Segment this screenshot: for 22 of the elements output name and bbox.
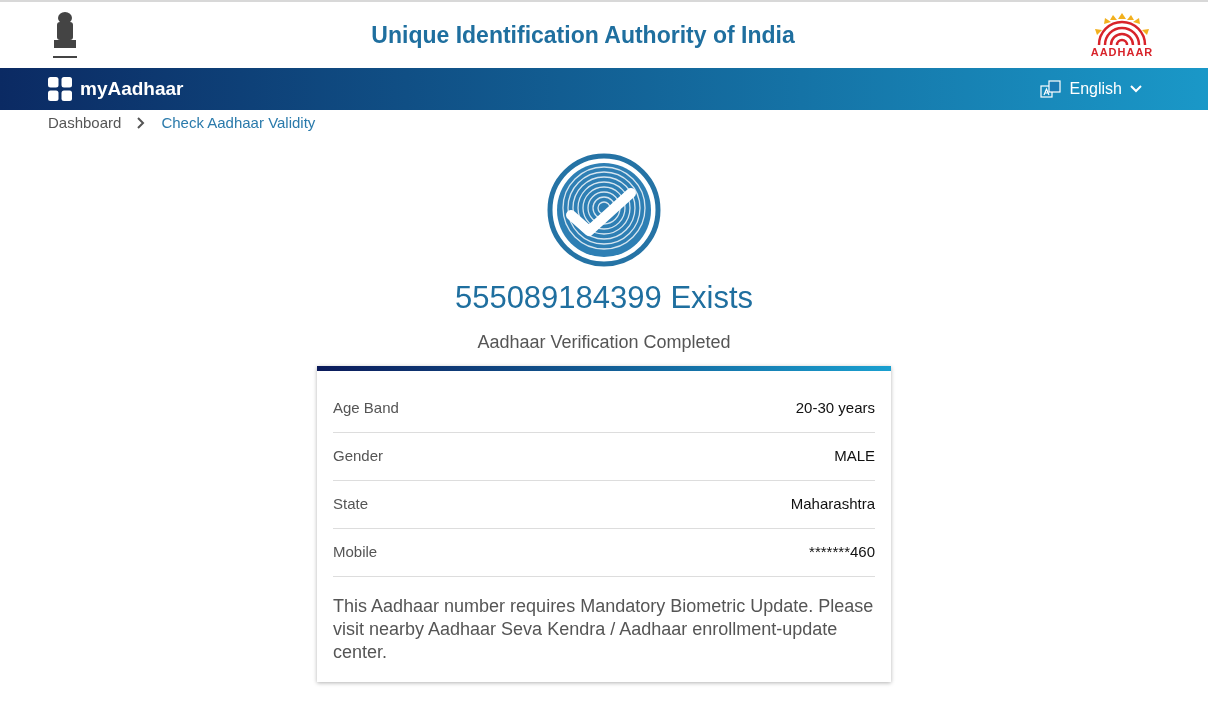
result-subheading: Aadhaar Verification Completed xyxy=(477,331,731,354)
field-label: Age Band xyxy=(333,398,399,419)
verified-fingerprint-icon xyxy=(547,152,661,267)
notice-text: This Aadhaar number requires Mandatory Biometric Update. Please visit nearby Aadhaar Seva Kendra / Aadhaar enrollment-update center. xyxy=(333,595,875,664)
logo-text: AADHAAR xyxy=(1090,46,1154,58)
field-label: Mobile xyxy=(333,542,378,563)
field-label: Gender xyxy=(333,446,384,467)
field-value: *******460 xyxy=(809,542,875,563)
language-button[interactable]: English xyxy=(1039,77,1160,101)
breadcrumb-link[interactable]: Check Aadhaar Validity xyxy=(161,112,316,135)
chevron-down-icon xyxy=(1130,85,1142,93)
result-heading: 555089184399 Exists xyxy=(454,278,754,317)
translate-icon xyxy=(1039,80,1062,98)
field-value: MALE xyxy=(834,446,875,467)
chevron-right-icon xyxy=(137,117,146,130)
grid-icon[interactable] xyxy=(48,77,72,101)
breadcrumb-link[interactable]: Dashboard xyxy=(48,112,122,135)
field-label: State xyxy=(333,494,369,515)
site-title: Unique Identification Authority of India xyxy=(371,20,795,50)
field-value: 20-30 years xyxy=(795,398,875,419)
brand-name: myAadhaar xyxy=(80,76,184,101)
field-value: Maharashtra xyxy=(790,494,875,515)
